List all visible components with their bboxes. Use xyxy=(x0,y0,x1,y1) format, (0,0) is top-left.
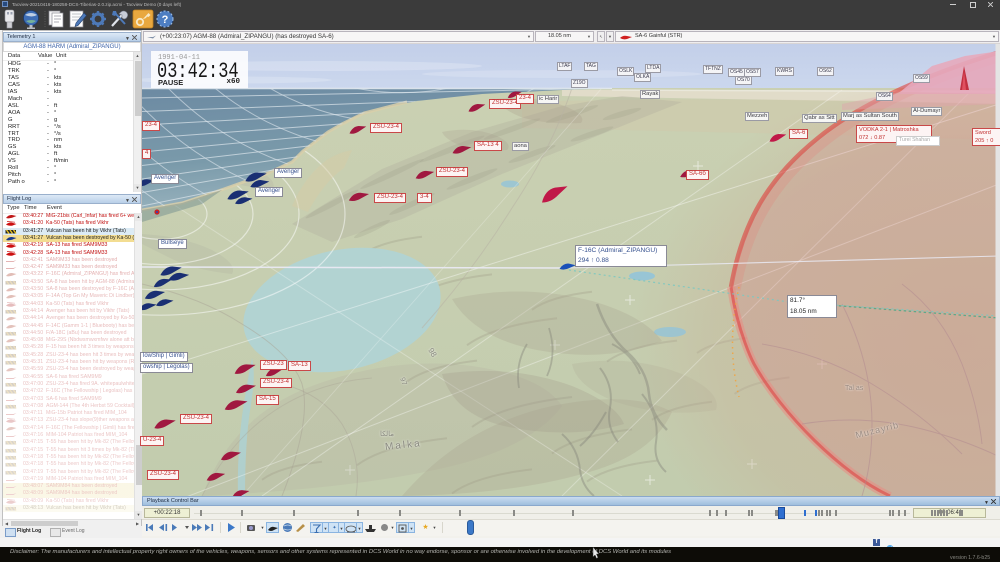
svg-text:?: ? xyxy=(162,14,169,26)
